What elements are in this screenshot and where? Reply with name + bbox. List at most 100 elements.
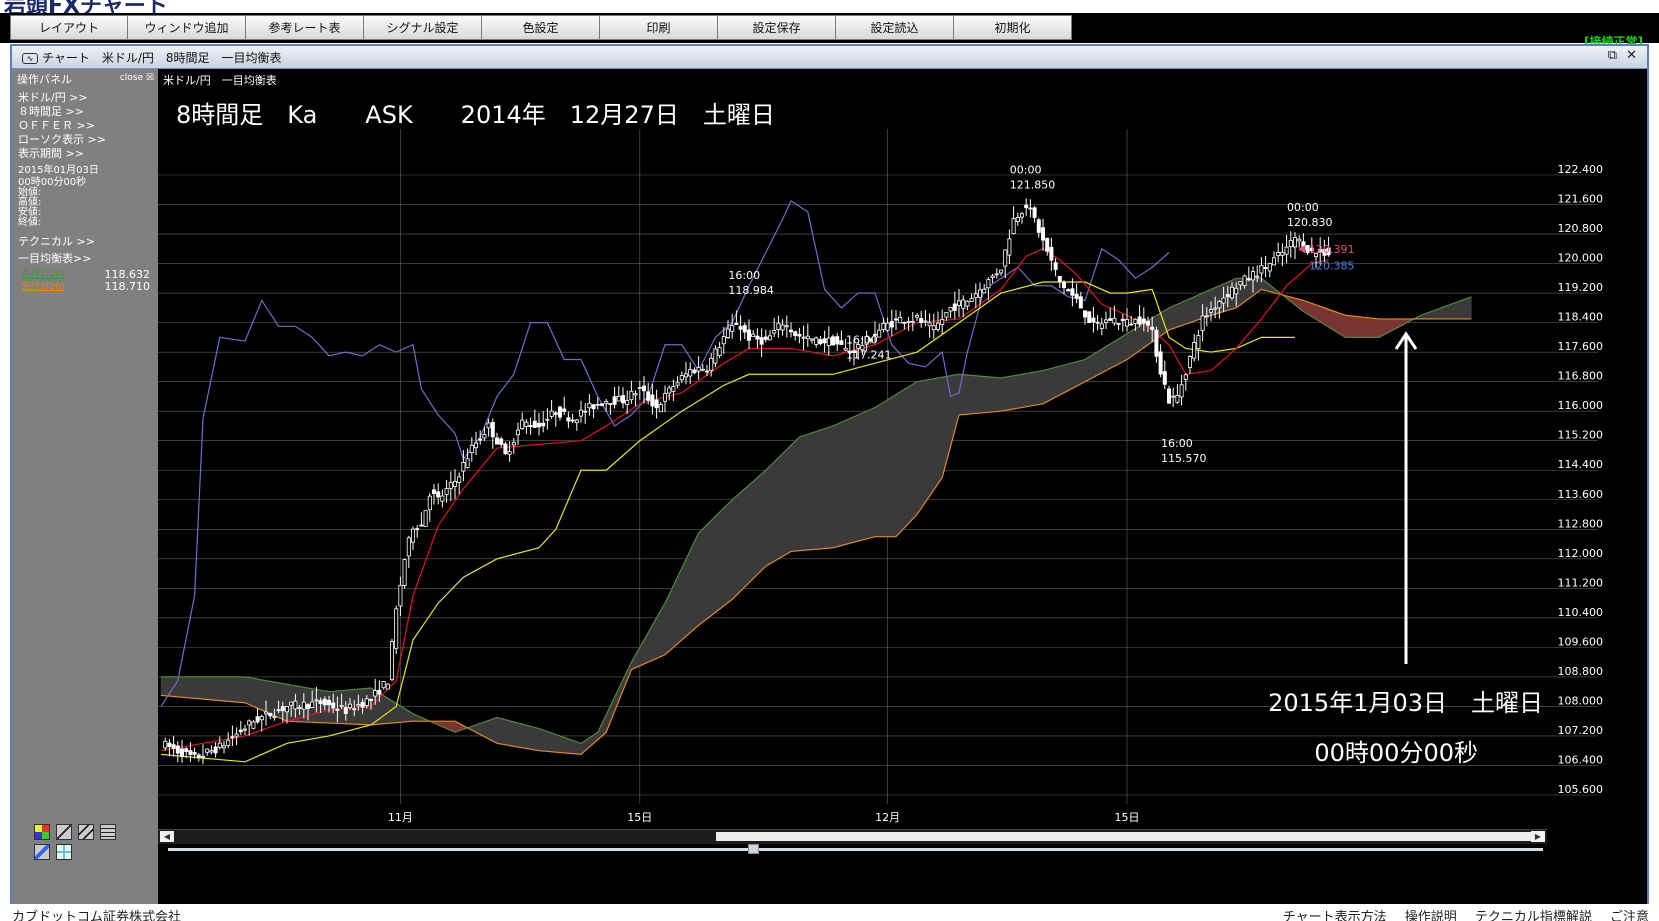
kumo-cloud-segment (1080, 359, 1086, 385)
candle-body (705, 370, 710, 373)
y-tick-label: 115.200 (1558, 429, 1604, 442)
menu-signal-settings-button[interactable]: シグナル設定 (363, 15, 482, 40)
candle-body (1272, 257, 1277, 266)
panel-close-button[interactable]: close ☒ (120, 73, 154, 83)
kumo-cloud-segment (685, 550, 691, 637)
kumo-cloud-segment (1366, 317, 1371, 338)
kumo-cloud-segment (337, 690, 342, 724)
close-icon[interactable]: ✕ (1626, 48, 1637, 63)
menu-load-settings-button[interactable]: 設定読込 (835, 15, 954, 40)
candle-body (1293, 237, 1298, 248)
footer-links[interactable]: チャート表示方法 操作説明 テクニカル指標解説 ご注意 (1283, 906, 1649, 921)
candle-body (205, 748, 210, 753)
candle-body (541, 422, 546, 427)
annotation-time: 16:00 (846, 333, 878, 346)
candle-body (1049, 246, 1054, 261)
panel-item-symbol[interactable]: 米ドル/円 >> (18, 91, 88, 104)
panel-item-candle-display[interactable]: ローソク表示 >> (18, 133, 106, 146)
candle-body (427, 495, 432, 511)
candle-body (444, 488, 449, 495)
menu-color-settings-button[interactable]: 色設定 (481, 15, 600, 40)
menu-layout-button[interactable]: レイアウト (10, 15, 128, 40)
menu-add-window-button[interactable]: ウィンドウ追加 (127, 15, 246, 40)
candle-body (1146, 320, 1151, 326)
chart-scrollbar[interactable]: ◀ ▶ (158, 829, 1547, 845)
kumo-cloud-segment (979, 375, 985, 414)
span-b-label[interactable]: 先行2(26) (22, 281, 64, 294)
candle-body (473, 442, 478, 449)
pencil-icon[interactable] (34, 844, 50, 860)
kumo-cloud-segment (1353, 315, 1359, 338)
candle-body (990, 275, 995, 278)
candle-body (532, 420, 537, 428)
candle-body (1028, 207, 1033, 210)
annotation-value: 121.850 (1010, 178, 1056, 191)
kumo-cloud-segment (492, 717, 498, 744)
menu-reset-button[interactable]: 初期化 (953, 15, 1072, 40)
candle-body (747, 329, 752, 341)
kumo-cloud-segment (1164, 307, 1170, 334)
candle-body (251, 721, 256, 729)
color-palette-icon[interactable] (34, 824, 50, 840)
panel-item-timeframe[interactable]: ８時間足 >> (18, 105, 84, 118)
menu-save-settings-button[interactable]: 設定保存 (717, 15, 836, 40)
menu-print-button[interactable]: 印刷 (599, 15, 718, 40)
candle-body (1276, 252, 1281, 257)
candle-body (1230, 286, 1235, 299)
candle-body (452, 481, 457, 487)
horizontal-lines-icon[interactable] (100, 824, 116, 840)
ichimoku-chart[interactable]: 122.400 121.600 120.800 120.000 119.200 118.4… (158, 69, 1609, 829)
candle-body (226, 739, 231, 746)
kumo-cloud-segment (1135, 325, 1140, 355)
annotation-time: 16:00 (1161, 437, 1193, 450)
panel-item-price-side[interactable]: ＯＦＦＥＲ >> (18, 119, 95, 132)
candle-body (373, 690, 378, 697)
candle-body (797, 333, 802, 337)
candle-body (1041, 227, 1046, 241)
parallel-lines-icon[interactable] (78, 824, 94, 840)
crosshair-icon[interactable] (56, 844, 72, 860)
candle-body (247, 720, 252, 726)
menu-reference-rates-button[interactable]: 参考レート表 (245, 15, 364, 40)
kumo-cloud-segment (1139, 322, 1145, 352)
candle-body (222, 745, 227, 749)
kumo-cloud-segment (1088, 353, 1094, 380)
panel-item-ichimoku[interactable]: 一目均衡表>> (18, 252, 91, 265)
panel-item-display-period[interactable]: 表示期間 >> (18, 147, 84, 160)
candle-body (1032, 207, 1037, 218)
slider-knob[interactable] (748, 844, 759, 854)
restore-icon[interactable]: ⧉ (1608, 48, 1617, 63)
kumo-cloud-segment (925, 379, 930, 504)
kumo-cloud-segment (899, 388, 905, 533)
trendline-icon[interactable] (56, 824, 72, 840)
kumo-cloud-segment (1340, 313, 1346, 338)
kumo-cloud-segment (782, 448, 788, 557)
kumo-cloud-segment (1105, 343, 1111, 372)
scrollbar-thumb[interactable] (716, 832, 1536, 841)
y-tick-label: 106.400 (1558, 753, 1604, 766)
candle-body (494, 437, 499, 445)
candle-body (1108, 318, 1113, 321)
kumo-cloud-segment (1462, 297, 1468, 320)
kumo-cloud-segment (227, 676, 233, 702)
candle-body (520, 419, 525, 430)
candle-body (730, 324, 735, 332)
kumo-cloud-segment (1328, 308, 1334, 331)
kumo-cloud-segment (559, 735, 565, 754)
kumo-cloud-segment (530, 726, 536, 751)
chart-window-titlebar[interactable]: ∿ チャート 米ドル/円 8時間足 一目均衡表 ⧉ ✕ (12, 46, 1647, 69)
candle-body (381, 681, 386, 689)
period-slider[interactable] (158, 844, 1647, 856)
scroll-right-icon[interactable]: ▶ (1531, 831, 1545, 842)
kumo-cloud-segment (975, 375, 981, 414)
chart-canvas[interactable]: 122.400 121.600 120.800 120.000 119.200 118.4… (158, 69, 1609, 829)
candle-body (1238, 281, 1243, 286)
candle-body (280, 706, 285, 712)
kumo-cloud-segment (904, 386, 909, 529)
kumo-cloud-segment (274, 681, 279, 718)
panel-item-technical[interactable]: テクニカル >> (18, 235, 95, 248)
candle-body (839, 340, 844, 346)
scroll-left-icon[interactable]: ◀ (160, 831, 174, 842)
y-tick-label: 110.400 (1558, 606, 1604, 619)
candle-body (650, 394, 655, 407)
